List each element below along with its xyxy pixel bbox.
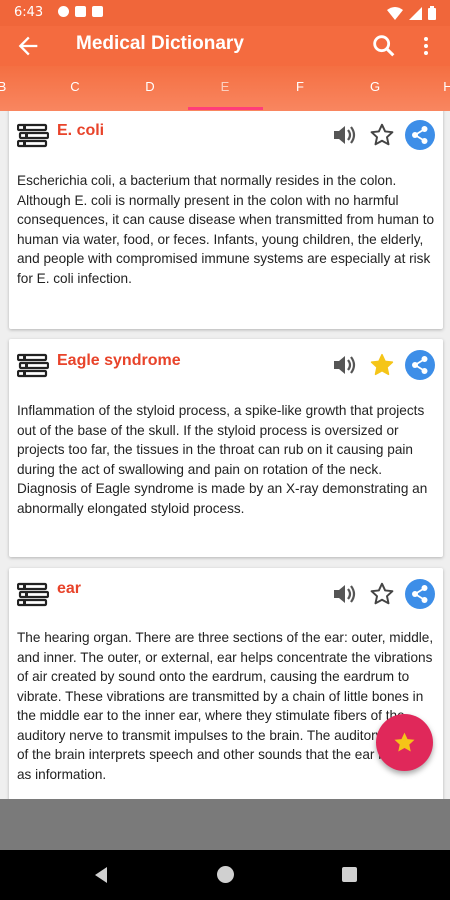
entry-card-e-coli[interactable]: E. coli Escherichia coli, a bacterium th…	[9, 111, 443, 329]
speaker-icon[interactable]	[331, 581, 357, 607]
share-icon	[412, 585, 428, 603]
entry-term: Eagle syndrome	[57, 352, 181, 369]
app-notification-icon	[75, 6, 86, 17]
share-button[interactable]	[405, 579, 435, 609]
book-stack-icon	[17, 582, 49, 607]
nav-recents-icon[interactable]	[342, 867, 357, 882]
entry-definition: Inflammation of the styloid process, a s…	[17, 403, 428, 516]
settings-notification-icon	[58, 6, 69, 17]
wifi-icon	[387, 6, 403, 20]
entry-definition: The hearing organ. There are three secti…	[17, 630, 434, 782]
signal-icon	[409, 6, 422, 20]
app-title: Medical Dictionary	[76, 33, 244, 54]
tab-f[interactable]: F	[280, 79, 320, 94]
tab-e[interactable]: E	[205, 79, 245, 94]
search-icon[interactable]	[370, 32, 398, 60]
entry-definition: Escherichia coli, a bacterium that norma…	[17, 173, 435, 286]
tab-indicator	[188, 107, 263, 110]
book-stack-icon	[17, 353, 49, 378]
star-icon	[394, 732, 415, 752]
tab-h[interactable]: H	[428, 79, 450, 94]
entry-card-ear[interactable]: ear The hearing organ. There are three s…	[9, 568, 443, 799]
back-arrow-icon[interactable]	[14, 32, 42, 60]
entry-term: E. coli	[57, 122, 105, 139]
battery-icon	[428, 6, 436, 20]
speaker-icon[interactable]	[331, 122, 357, 148]
star-icon[interactable]	[369, 122, 395, 148]
app-bar: Medical Dictionary	[0, 26, 450, 66]
tab-b[interactable]: B	[0, 79, 22, 94]
nav-back-icon[interactable]	[92, 866, 110, 884]
favorites-fab[interactable]	[376, 714, 433, 771]
tab-g[interactable]: G	[355, 79, 395, 94]
speaker-icon[interactable]	[331, 352, 357, 378]
system-icons	[387, 6, 436, 20]
notification-icons	[58, 6, 103, 17]
more-options-icon[interactable]	[414, 32, 438, 60]
bottom-banner-area	[0, 799, 450, 850]
status-bar: 6:43	[0, 0, 450, 26]
status-time: 6:43	[14, 5, 44, 20]
system-nav-bar	[0, 850, 450, 900]
share-button[interactable]	[405, 120, 435, 150]
share-icon	[412, 356, 428, 374]
nav-home-icon[interactable]	[217, 866, 234, 883]
entry-card-eagle-syndrome[interactable]: Eagle syndrome Inflammation of the stylo…	[9, 339, 443, 557]
share-icon	[412, 126, 428, 144]
entry-list[interactable]: E. coli Escherichia coli, a bacterium th…	[0, 111, 450, 799]
tab-c[interactable]: C	[55, 79, 95, 94]
entry-term: ear	[57, 580, 82, 597]
alphabet-tabs: B C D E F G H	[0, 66, 450, 111]
tab-d[interactable]: D	[130, 79, 170, 94]
sd-card-icon	[92, 6, 103, 17]
star-icon[interactable]	[369, 352, 395, 378]
star-icon[interactable]	[369, 581, 395, 607]
share-button[interactable]	[405, 350, 435, 380]
book-stack-icon	[17, 123, 49, 148]
